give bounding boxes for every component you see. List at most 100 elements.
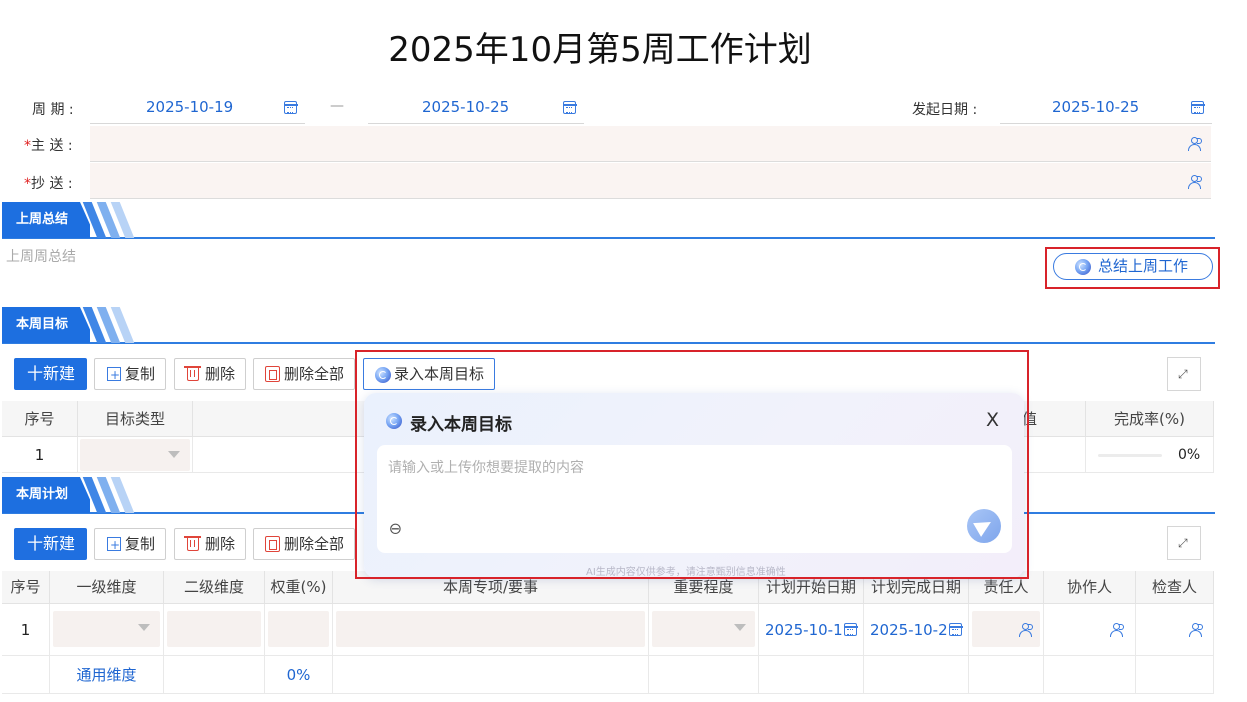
collaborator-cell[interactable] (1044, 604, 1136, 656)
start-date-field[interactable]: 2025-10-25 (1000, 90, 1212, 124)
key-task-cell[interactable] (333, 604, 649, 656)
column-header: 检查人 (1136, 571, 1214, 604)
period-end-value: 2025-10-25 (422, 98, 510, 116)
period-start-field[interactable]: 2025-10-19 (90, 90, 305, 124)
select-user-icon[interactable] (1110, 623, 1126, 637)
calendar-icon[interactable] (283, 101, 298, 114)
cc-label-text: 抄 送 : (31, 176, 73, 192)
progress-bar (1098, 454, 1162, 457)
fullscreen-button[interactable]: ⤢ (1167, 526, 1201, 560)
delete-label: 删除 (205, 365, 236, 383)
required-mark: * (24, 176, 31, 192)
weight-cell[interactable] (265, 604, 333, 656)
select-user-icon[interactable] (1188, 137, 1204, 151)
start-date-value: 2025-10-25 (1052, 98, 1140, 116)
column-header: 序号 (2, 571, 50, 604)
column-header: 序号 (2, 401, 78, 437)
section-last-week: 上周总结 (2, 202, 1215, 239)
expand-icon: ⤢ (1178, 536, 1188, 550)
highlight-box (355, 350, 1029, 579)
new-plan-button[interactable]: 十新建 (14, 528, 87, 560)
new-goal-button[interactable]: 十新建 (14, 358, 87, 390)
footer-cell (649, 656, 759, 694)
footer-cell (333, 656, 649, 694)
required-mark: * (24, 138, 31, 154)
footer-cell (164, 656, 265, 694)
footer-cell (1044, 656, 1136, 694)
cc-recipients-input[interactable] (90, 163, 1211, 199)
input-box (167, 611, 261, 647)
to-recipients-input[interactable] (90, 126, 1211, 162)
input-box (268, 611, 329, 647)
delete-goal-button[interactable]: 删除 (174, 358, 246, 390)
footer-cell (1136, 656, 1214, 694)
level2-dimension-cell[interactable] (164, 604, 265, 656)
start-date-label: 发起日期 : (912, 102, 978, 118)
select-user-icon[interactable] (1019, 623, 1035, 637)
section-title: 本周目标 (2, 307, 90, 343)
footer-cell (969, 656, 1044, 694)
level1-dimension-select[interactable] (50, 604, 164, 656)
plan-end-date-field[interactable]: 2025-10-2 (864, 604, 969, 656)
general-dimension-label: 通用维度 (50, 656, 164, 694)
delete-all-plans-button[interactable]: 删除全部 (253, 528, 355, 560)
copy-plan-button[interactable]: 复制 (94, 528, 166, 560)
delete-all-label: 删除全部 (284, 535, 345, 553)
calendar-icon[interactable] (562, 101, 577, 114)
total-weight-value: 0% (265, 656, 333, 694)
calendar-icon[interactable] (1190, 101, 1205, 114)
delete-all-icon (265, 536, 280, 552)
plan-end-value: 2025-10-2 (870, 621, 948, 639)
copy-icon (107, 530, 121, 560)
goal-type-select[interactable] (78, 437, 193, 473)
owner-cell[interactable] (969, 604, 1044, 656)
section-goals: 本周目标 (2, 307, 1215, 344)
fullscreen-button[interactable]: ⤢ (1167, 357, 1201, 391)
copy-label: 复制 (125, 365, 156, 383)
input-box (336, 611, 645, 647)
column-header: 协作人 (1044, 571, 1136, 604)
last-week-summary-input[interactable]: 上周周总结 (6, 246, 76, 266)
period-start-value: 2025-10-19 (146, 98, 234, 116)
calendar-icon[interactable] (843, 623, 858, 636)
page-title: 2025年10月第5周工作计划 (388, 30, 812, 70)
chevron-down-icon (168, 451, 180, 458)
delete-plan-button[interactable]: 删除 (174, 528, 246, 560)
trash-icon (184, 366, 201, 381)
select-user-icon[interactable] (1188, 175, 1204, 189)
delete-all-goals-button[interactable]: 删除全部 (253, 358, 355, 390)
plan-start-value: 2025-10-1 (765, 621, 843, 639)
column-header: 目标类型 (78, 401, 193, 437)
footer-cell (2, 656, 50, 694)
column-header: 权重(%) (265, 571, 333, 604)
footer-cell (759, 656, 864, 694)
row-index: 1 (2, 437, 78, 473)
delete-all-label: 删除全部 (284, 365, 345, 383)
delete-label: 删除 (205, 535, 236, 553)
to-label-text: 主 送 : (31, 138, 73, 154)
expand-icon: ⤢ (1178, 367, 1188, 381)
row-index: 1 (2, 604, 50, 656)
copy-goal-button[interactable]: 复制 (94, 358, 166, 390)
delete-all-icon (265, 366, 280, 382)
importance-select[interactable] (649, 604, 759, 656)
period-separator: — (330, 98, 344, 114)
cc-label: *抄 送 : (24, 173, 73, 193)
section-title: 上周总结 (2, 202, 90, 238)
plan-start-date-field[interactable]: 2025-10-1 (759, 604, 864, 656)
chevron-down-icon (734, 624, 746, 631)
copy-icon (107, 360, 121, 390)
period-end-field[interactable]: 2025-10-25 (368, 90, 584, 124)
period-label: 周 期 : (32, 102, 74, 118)
footer-cell (864, 656, 969, 694)
completion-rate-cell: 0% (1086, 437, 1214, 473)
highlight-box (1045, 247, 1220, 289)
section-title: 本周计划 (2, 477, 90, 513)
checker-cell[interactable] (1136, 604, 1214, 656)
column-header: 二级维度 (164, 571, 265, 604)
calendar-icon[interactable] (948, 623, 963, 636)
column-header: 一级维度 (50, 571, 164, 604)
select-user-icon[interactable] (1189, 623, 1205, 637)
trash-icon (184, 536, 201, 551)
rate-value: 0% (1178, 447, 1201, 463)
